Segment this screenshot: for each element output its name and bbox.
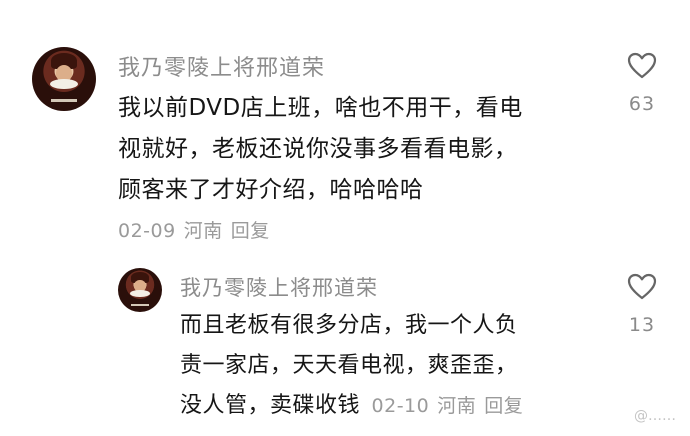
heart-outline-icon: [627, 52, 657, 79]
reply-meta: 02-10 河南 回复: [372, 395, 532, 417]
reply-text-line: 而且老板有很多分店，我一个人负: [180, 313, 518, 338]
comment-meta: 02-09 河南 回复: [118, 216, 278, 243]
comment-username[interactable]: 我乃零陵上将邢道荣: [118, 50, 325, 82]
comment-text: 我以前DVD店上班，啥也不用干，看电 视就好，老板还说你没事多看看电影， 顾客来…: [118, 88, 523, 211]
reply-text-line: 没人管，卖碟收钱 02-10 河南 回复: [180, 386, 531, 426]
reply-text-line-content: 没人管，卖碟收钱: [180, 393, 361, 418]
heart-outline-icon: [627, 273, 657, 300]
comment-text-line: 视就好，老板还说你没事多看看电影，: [118, 136, 518, 162]
reply-text-line: 责一家店，天天看电视，爽歪歪，: [180, 353, 518, 378]
like-count: 13: [628, 314, 656, 336]
avatar[interactable]: [32, 47, 96, 111]
reply-username[interactable]: 我乃零陵上将邢道荣: [180, 272, 378, 302]
avatar[interactable]: [118, 268, 162, 312]
watermark: @……: [634, 408, 676, 424]
comment-item: 我乃零陵上将邢道荣 我以前DVD店上班，啥也不用干，看电 视就好，老板还说你没事…: [0, 0, 690, 250]
comment-text-line: 我以前DVD店上班，啥也不用干，看电: [118, 95, 523, 121]
reply-button[interactable]: 回复: [231, 220, 270, 242]
reply-item: 我乃零陵上将邢道荣 而且老板有很多分店，我一个人负 责一家店，天天看电视，爽歪歪…: [0, 255, 690, 436]
reply-date: 02-10: [371, 395, 430, 417]
reply-text: 而且老板有很多分店，我一个人负 责一家店，天天看电视，爽歪歪， 没人管，卖碟收钱…: [180, 306, 531, 426]
like-button[interactable]: 63: [617, 52, 667, 115]
comment-date: 02-09: [118, 220, 176, 242]
comment-location: 河南: [183, 220, 223, 242]
like-button[interactable]: 13: [617, 273, 667, 336]
like-count: 63: [628, 93, 656, 115]
reply-button[interactable]: 回复: [484, 395, 523, 417]
comment-text-line: 顾客来了才好介绍，哈哈哈哈: [118, 177, 424, 203]
reply-location: 河南: [437, 395, 477, 417]
